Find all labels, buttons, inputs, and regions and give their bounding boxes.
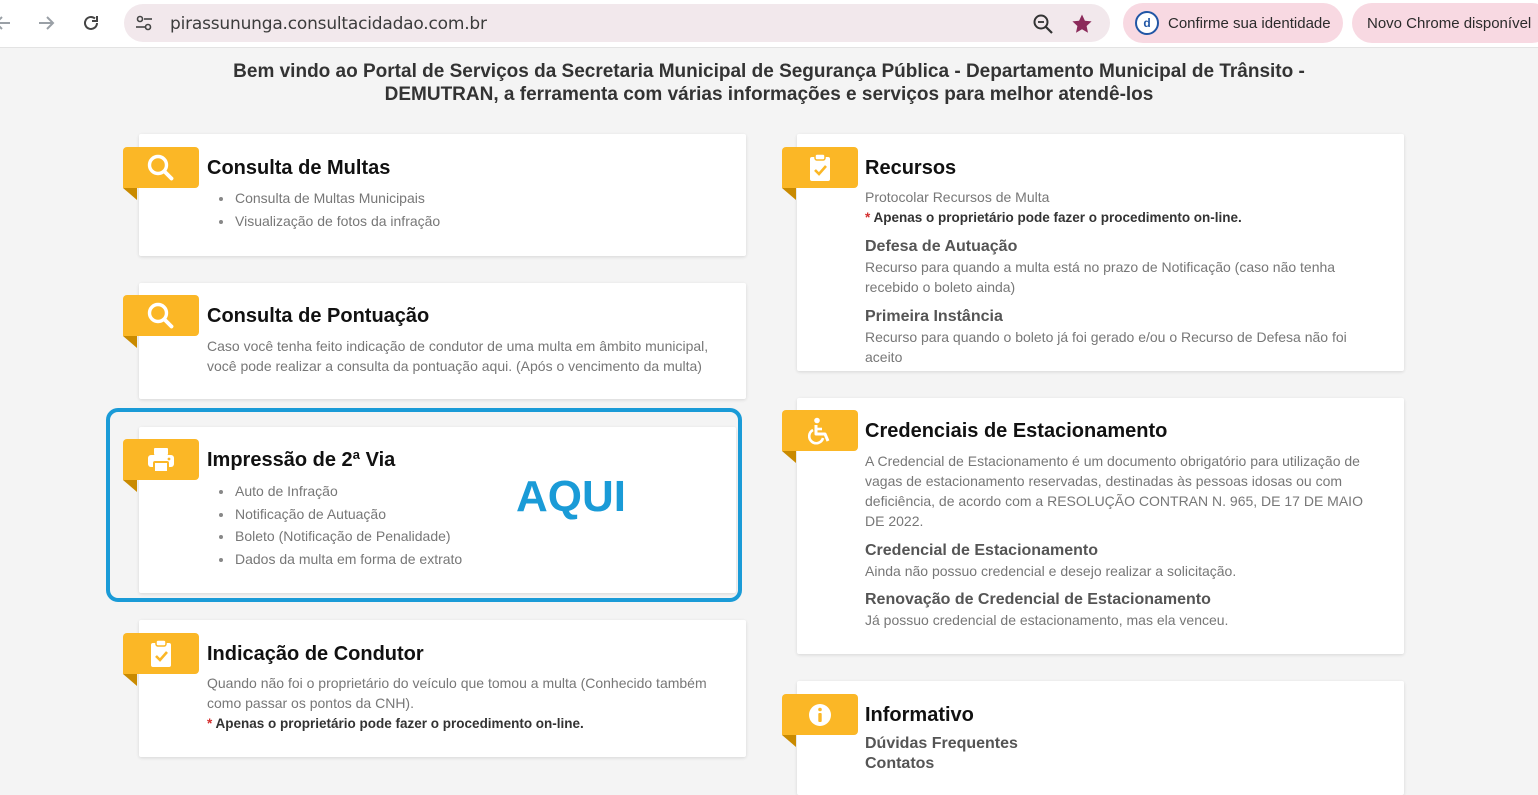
renovacao-credencial-desc: Já possuo credencial de estacionamento, …: [865, 612, 1229, 628]
chrome-update-button[interactable]: Novo Chrome disponível: [1352, 3, 1538, 43]
forward-arrow-icon[interactable]: [33, 10, 59, 36]
card-description: Protocolar Recursos de Multa: [865, 189, 1050, 205]
annotation-label: AQUI: [516, 472, 626, 521]
avatar: d: [1135, 11, 1159, 35]
defesa-autuacao-desc: Recurso para quando a multa está no praz…: [865, 259, 1336, 295]
card-description: A Credencial de Estacionamento é um docu…: [865, 453, 1363, 529]
chrome-update-label: Novo Chrome disponível: [1367, 14, 1532, 32]
card-title: Credenciais de Estacionamento: [865, 420, 1168, 442]
primeira-instancia-desc: Recurso para quando o boleto já foi gera…: [865, 329, 1347, 365]
contatos-link[interactable]: Contatos: [865, 755, 934, 773]
card-title: Consulta de Pontuação: [207, 305, 430, 327]
note-asterisk: *: [865, 210, 871, 225]
credencial-estacionamento-link[interactable]: Credencial de Estacionamento: [865, 542, 1098, 560]
bookmark-star-icon[interactable]: [1070, 12, 1094, 36]
card-title: Informativo: [865, 704, 974, 726]
highlight-box: [106, 408, 742, 602]
search-icon: [123, 147, 199, 200]
welcome-heading: Bem vindo ao Portal de Serviços da Secre…: [233, 61, 1305, 105]
browser-toolbar: pirassununga.consultacidadao.com.br d Co…: [0, 0, 1538, 48]
url-text: pirassununga.consultacidadao.com.br: [170, 14, 487, 34]
renovacao-credencial-link[interactable]: Renovação de Credencial de Estacionament…: [865, 591, 1211, 609]
identity-confirm-button[interactable]: d Confirme sua identidade: [1123, 3, 1343, 43]
note-asterisk: *: [207, 716, 213, 731]
wheelchair-icon: [782, 410, 858, 463]
card-description: Caso você tenha feito indicação de condu…: [207, 338, 709, 374]
duvidas-frequentes-link[interactable]: Dúvidas Frequentes: [865, 735, 1018, 753]
credencial-estacionamento-desc: Ainda não possuo credencial e desejo rea…: [865, 563, 1237, 579]
site-settings-icon[interactable]: [134, 13, 154, 33]
zoom-icon[interactable]: [1032, 13, 1054, 35]
owner-only-note: * Apenas o proprietário pode fazer o pro…: [865, 210, 1242, 225]
info-icon: [782, 694, 858, 747]
list-item[interactable]: Consulta de Multas Municipais: [219, 187, 440, 210]
search-icon: [123, 295, 199, 348]
multas-list: Consulta de Multas Municipais Visualizaç…: [219, 187, 440, 232]
clipboard-check-icon: [123, 633, 199, 686]
card-title: Consulta de Multas: [207, 157, 391, 179]
defesa-autuacao-link[interactable]: Defesa de Autuação: [865, 238, 1017, 256]
note-text: Apenas o proprietário pode fazer o proce…: [873, 210, 1242, 225]
owner-only-note: * Apenas o proprietário pode fazer o pro…: [207, 716, 584, 731]
clipboard-check-icon: [782, 147, 858, 200]
list-item[interactable]: Visualização de fotos da infração: [219, 210, 440, 233]
card-title: Indicação de Condutor: [207, 643, 424, 665]
address-bar[interactable]: pirassununga.consultacidadao.com.br: [124, 4, 1110, 42]
back-arrow-icon[interactable]: [0, 10, 16, 36]
identity-label: Confirme sua identidade: [1168, 14, 1331, 32]
reload-icon[interactable]: [78, 10, 104, 36]
primeira-instancia-link[interactable]: Primeira Instância: [865, 308, 1003, 326]
card-description: Quando não foi o proprietário do veículo…: [207, 675, 707, 711]
note-text: Apenas o proprietário pode fazer o proce…: [215, 716, 584, 731]
card-title: Recursos: [865, 157, 957, 179]
